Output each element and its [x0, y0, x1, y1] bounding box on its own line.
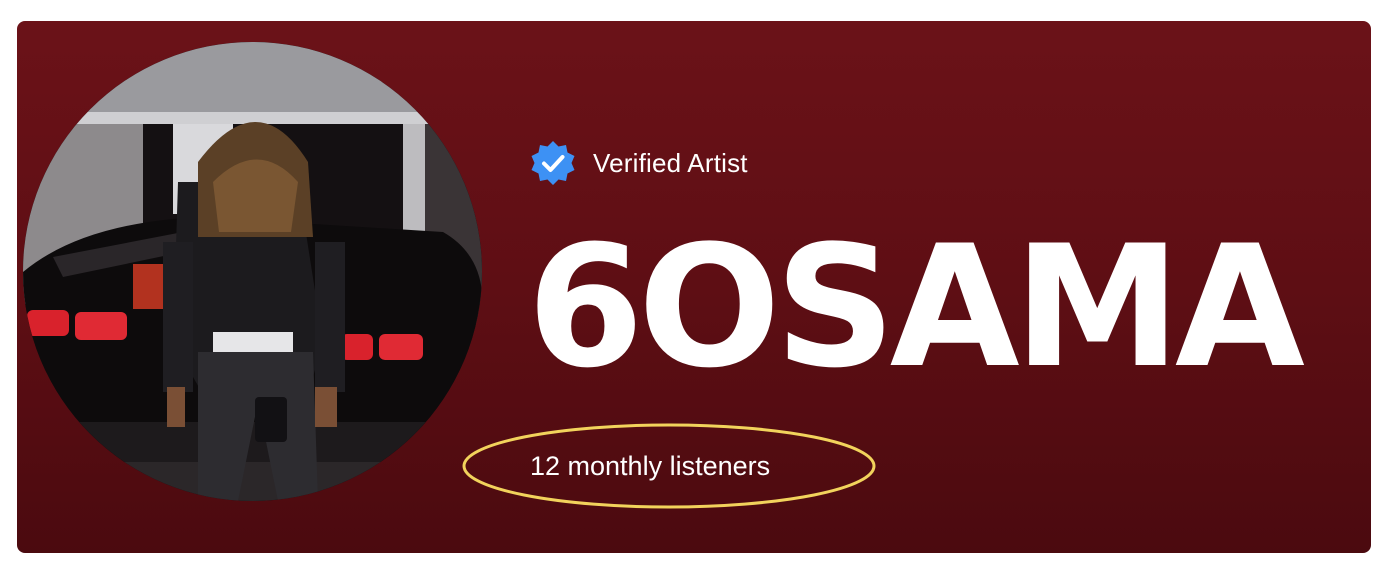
monthly-listeners-highlight: 12 monthly listeners — [462, 423, 876, 509]
artist-name-title: 6OSAMA — [527, 209, 1305, 405]
verified-artist-label: Verified Artist — [593, 147, 748, 178]
monthly-listeners-count: 12 monthly listeners — [530, 451, 771, 481]
verified-artist-row: Verified Artist — [529, 139, 748, 187]
artist-header-banner: Verified Artist 6OSAMA 12 monthly listen… — [17, 21, 1371, 553]
artist-avatar — [23, 42, 482, 501]
verified-badge-icon — [531, 141, 575, 185]
